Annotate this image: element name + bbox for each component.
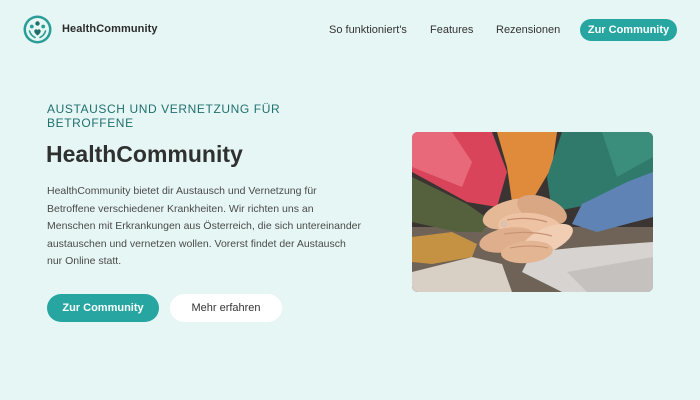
join-community-button[interactable]: Zur Community: [47, 294, 159, 322]
nav-link-how-it-works[interactable]: So funktioniert's: [329, 24, 407, 36]
nav-link-features[interactable]: Features: [430, 24, 473, 36]
hero-eyebrow: AUSTAUSCH UND VERNETZUNG FÜR BETROFFENE: [47, 102, 281, 130]
hero-description: HealthCommunity bietet dir Austausch und…: [47, 185, 361, 267]
stacked-hands-image: [412, 132, 653, 292]
nav-link-reviews[interactable]: Rezensionen: [496, 24, 560, 36]
site-header: HealthCommunity So funktioniert's Featur…: [0, 0, 700, 62]
header-community-button[interactable]: Zur Community: [580, 19, 677, 41]
people-heart-logo-icon[interactable]: [23, 15, 52, 44]
hero-title: HealthCommunity: [46, 141, 243, 167]
learn-more-button[interactable]: Mehr erfahren: [170, 294, 282, 322]
brand-name[interactable]: HealthCommunity: [62, 23, 158, 35]
